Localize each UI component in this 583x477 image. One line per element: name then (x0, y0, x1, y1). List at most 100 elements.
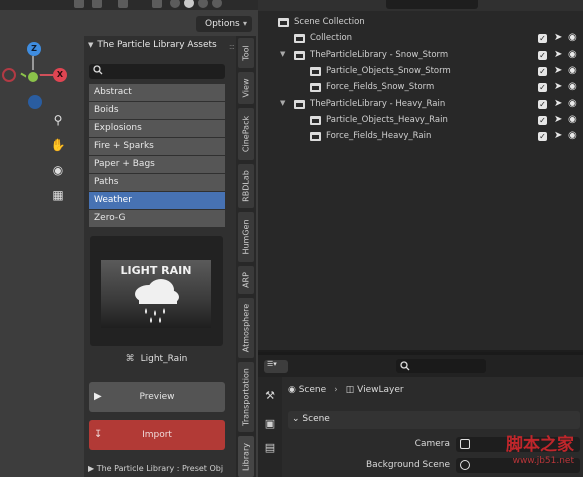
category-explosions[interactable]: Explosions (89, 120, 225, 137)
y-axis-handle[interactable] (26, 70, 40, 84)
select-arrow-icon[interactable]: ➤ (554, 81, 562, 92)
panel-header[interactable]: ▼ The Particle Library Assets (88, 40, 228, 50)
expand-arrow-icon[interactable]: ▼ (280, 50, 285, 58)
camera-icon[interactable]: ◉ (48, 160, 68, 180)
x-axis-handle[interactable]: X (53, 68, 67, 82)
shading-wire-icon[interactable] (170, 0, 180, 8)
outliner-row[interactable]: Particle_Objects_Heavy_Rain ✓ ➤ ◉ (258, 113, 583, 129)
eye-icon[interactable]: ◉ (568, 32, 577, 43)
eye-icon[interactable]: ◉ (568, 98, 577, 109)
outliner: Scene Collection Collection ✓ ➤ ◉ ▼ TheP… (258, 0, 583, 350)
transform-icon[interactable] (92, 0, 102, 8)
grid-icon[interactable]: ▦ (48, 185, 68, 205)
tab-atmosphere[interactable]: Atmosphere (238, 298, 254, 358)
collection-icon (294, 34, 305, 43)
select-arrow-icon[interactable]: ➤ (554, 130, 562, 141)
view-mode-icon[interactable] (74, 0, 84, 8)
tab-transportation[interactable]: Transportation (238, 362, 254, 432)
outliner-search-input[interactable] (386, 0, 478, 9)
category-list: Abstract Boids Explosions Fire + Sparks … (89, 84, 225, 228)
category-weather[interactable]: Weather (89, 192, 225, 209)
zoom-icon[interactable]: ⚲ (48, 110, 68, 130)
outliner-row[interactable]: Collection ✓ ➤ ◉ (258, 31, 583, 47)
tab-tool[interactable]: Tool (238, 38, 254, 68)
import-button-label: Import (142, 430, 172, 440)
render-tab-icon[interactable]: ▣ (263, 417, 277, 431)
search-input[interactable] (89, 64, 225, 79)
scene-section-header[interactable]: ⌄ Scene (288, 411, 580, 429)
overlay-icon[interactable] (118, 0, 128, 8)
tab-rbdlab[interactable]: RBDLab (238, 164, 254, 208)
select-arrow-icon[interactable]: ➤ (554, 49, 562, 60)
outliner-row-label: Particle_Objects_Snow_Storm (326, 66, 451, 76)
asset-preview[interactable]: LIGHT RAIN (90, 236, 223, 346)
outliner-row[interactable]: Force_Fields_Heavy_Rain ✓ ➤ ◉ (258, 129, 583, 145)
neg-x-axis-handle[interactable] (2, 68, 16, 82)
preset-subpanel-header[interactable]: ▶ The Particle Library : Preset Obj (88, 464, 238, 473)
tab-humgen[interactable]: HumGen (238, 212, 254, 262)
properties-search-input[interactable] (396, 359, 486, 373)
category-fire-sparks[interactable]: Fire + Sparks (89, 138, 225, 155)
exclude-checkbox[interactable]: ✓ (538, 132, 547, 141)
outliner-row[interactable]: Force_Fields_Snow_Storm ✓ ➤ ◉ (258, 80, 583, 96)
select-arrow-icon[interactable]: ➤ (554, 98, 562, 109)
view-layer-icon: ◫ (345, 385, 358, 395)
category-paper-bags[interactable]: Paper + Bags (89, 156, 225, 173)
select-arrow-icon[interactable]: ➤ (554, 114, 562, 125)
exclude-checkbox[interactable]: ✓ (538, 83, 547, 92)
shading-solid-icon[interactable] (184, 0, 194, 8)
camera-label: Camera (414, 439, 450, 449)
eye-icon[interactable]: ◉ (568, 130, 577, 141)
tab-arp[interactable]: ARP (238, 266, 254, 294)
outliner-row[interactable]: ▼ TheParticleLibrary - Heavy_Rain ✓ ➤ ◉ (258, 97, 583, 113)
tab-view-label: View (241, 78, 251, 98)
expand-arrow-icon[interactable]: ▼ (280, 99, 285, 107)
tab-humgen-label: HumGen (241, 219, 251, 255)
tool-tab-icon[interactable]: ⚒ (263, 389, 277, 403)
watermark: 脚本之家 www.jb51.net (448, 430, 578, 470)
preview-button[interactable]: ▶ Preview (89, 382, 225, 412)
outliner-row-label: Scene Collection (294, 17, 365, 27)
hand-icon[interactable]: ✋ (48, 135, 68, 155)
3d-viewport[interactable]: Options ▾ Z X ⚲ ✋ ◉ ▦ ▼ The Particle Libr… (0, 0, 258, 477)
exclude-checkbox[interactable]: ✓ (538, 100, 547, 109)
exclude-checkbox[interactable]: ✓ (538, 67, 547, 76)
z-axis-handle[interactable]: Z (27, 42, 41, 56)
category-paths[interactable]: Paths (89, 174, 225, 191)
collapse-icon[interactable]: ▼ (88, 41, 93, 49)
shading-render-icon[interactable] (212, 0, 222, 8)
exclude-checkbox[interactable]: ✓ (538, 51, 547, 60)
eye-icon[interactable]: ◉ (568, 49, 577, 60)
tab-cinepack[interactable]: CinePack (238, 108, 254, 160)
outliner-row-label: TheParticleLibrary - Snow_Storm (310, 50, 449, 60)
output-tab-icon[interactable]: ▤ (263, 441, 277, 455)
category-zero-g[interactable]: Zero-G (89, 210, 225, 227)
drag-handle-icon[interactable]: ::: (229, 42, 235, 51)
eye-icon[interactable]: ◉ (568, 81, 577, 92)
shading-material-icon[interactable] (198, 0, 208, 8)
tab-library-label: Library (241, 442, 251, 471)
category-abstract[interactable]: Abstract (89, 84, 225, 101)
editor-type-dropdown[interactable]: ☰▾ (264, 360, 288, 373)
outliner-row[interactable]: ▼ TheParticleLibrary - Snow_Storm ✓ ➤ ◉ (258, 48, 583, 64)
outliner-row[interactable]: Scene Collection (258, 15, 583, 31)
select-arrow-icon[interactable]: ➤ (554, 32, 562, 43)
import-button[interactable]: ↧ Import (89, 420, 225, 450)
sidebar-tabs: Tool View CinePack RBDLab HumGen ARP Atm… (236, 36, 256, 477)
category-boids[interactable]: Boids (89, 102, 225, 119)
tab-library[interactable]: Library (238, 436, 254, 477)
xray-icon[interactable] (152, 0, 162, 8)
download-icon: ↧ (94, 429, 103, 440)
tab-atmosphere-label: Atmosphere (241, 303, 251, 353)
exclude-checkbox[interactable]: ✓ (538, 116, 547, 125)
options-dropdown[interactable]: Options ▾ (196, 16, 252, 32)
neg-z-axis-handle[interactable] (28, 95, 42, 109)
watermark-url: www.jb51.net (512, 456, 574, 466)
outliner-row[interactable]: Particle_Objects_Snow_Storm ✓ ➤ ◉ (258, 64, 583, 80)
preview-thumbnail: LIGHT RAIN (101, 260, 211, 328)
select-arrow-icon[interactable]: ➤ (554, 65, 562, 76)
tab-view[interactable]: View (238, 72, 254, 104)
exclude-checkbox[interactable]: ✓ (538, 34, 547, 43)
eye-icon[interactable]: ◉ (568, 65, 577, 76)
eye-icon[interactable]: ◉ (568, 114, 577, 125)
